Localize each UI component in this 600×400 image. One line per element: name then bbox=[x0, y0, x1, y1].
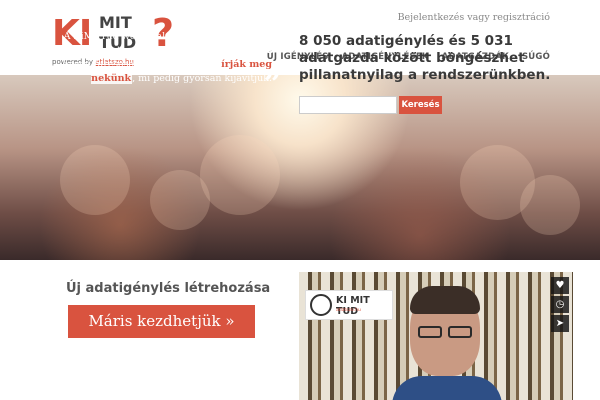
video-presenter bbox=[392, 280, 512, 400]
video-logo-subtitle: atlatszo.hu bbox=[336, 308, 361, 313]
bokeh-light bbox=[520, 175, 580, 235]
stats-headline: 8 050 adatigénylés és 5 031 adatgazda kö… bbox=[299, 33, 551, 83]
presenter-shirt bbox=[392, 376, 502, 400]
emblem-icon bbox=[310, 294, 332, 316]
search-button[interactable]: Keresés bbox=[399, 96, 442, 114]
video-logo: KI MIT TUD atlatszo.hu bbox=[305, 290, 393, 320]
new-request-title: Új adatigénylés létrehozása bbox=[66, 281, 271, 296]
heart-icon[interactable]: ♥ bbox=[551, 277, 569, 294]
clock-icon[interactable]: ◷ bbox=[551, 296, 569, 313]
bokeh-light bbox=[60, 145, 130, 215]
video-side-controls: ♥ ◷ ➤ bbox=[551, 277, 569, 335]
video-logo-title: KI MIT TUD bbox=[336, 295, 370, 317]
glasses-lens bbox=[448, 326, 472, 338]
presenter-hair bbox=[410, 286, 480, 314]
start-request-button[interactable]: Máris kezdhetjük » bbox=[68, 305, 255, 338]
login-register-link[interactable]: Bejelentkezés vagy regisztráció bbox=[398, 12, 550, 23]
quote-close-mark: ” bbox=[264, 67, 282, 102]
send-icon[interactable]: ➤ bbox=[551, 315, 569, 332]
hero-announcement: A KiMitTud weboldal megújult, az új verz… bbox=[46, 30, 272, 86]
search-input[interactable] bbox=[299, 96, 397, 114]
glasses-lens bbox=[418, 326, 442, 338]
bokeh-light bbox=[200, 135, 280, 215]
announcement-text-end: , mi pedig gyorsan kijavítjuk. bbox=[132, 73, 272, 84]
presenter-glasses bbox=[418, 326, 474, 338]
